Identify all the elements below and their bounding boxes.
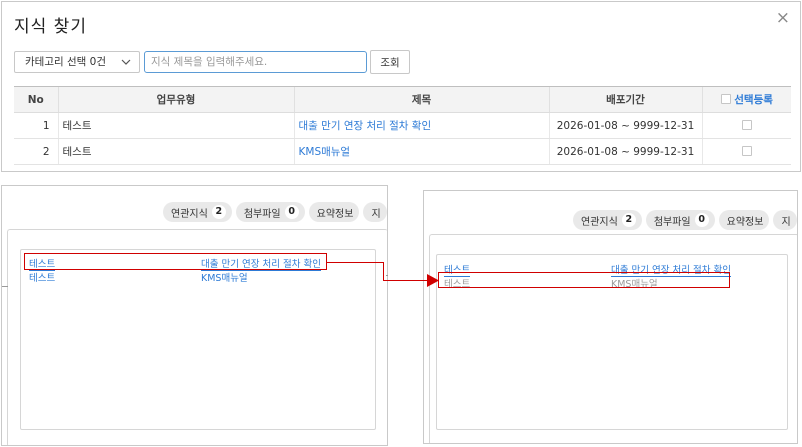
arrow-right-icon [427,274,439,287]
row-title-text[interactable]: 대출 만기 연장 처리 절차 확인 [299,120,432,132]
category-select-value: 카테고리 선택 0건 [25,56,106,68]
table-row: 1 테스트 대출 만기 연장 처리 절차 확인 2026-01-08 ~ 999… [14,112,791,139]
tab-related-knowledge[interactable]: 연관지식 2 [573,210,642,230]
tab-related-knowledge[interactable]: 연관지식 2 [163,202,232,222]
header-title: 제목 [293,86,549,113]
tab-truncated[interactable]: 지 [363,202,387,222]
chevron-down-icon [121,52,131,80]
row-type: 테스트 [57,138,294,165]
arrow-line-bottom [383,280,429,281]
divider [2,286,8,287]
tab-label: 요약정보 [316,208,354,220]
tab-attachments[interactable]: 첨부파일 0 [235,202,305,222]
row-period: 2026-01-08 ~ 9999-12-31 [548,138,702,165]
row-no: 1 [14,112,58,139]
dialog-title: 지식 찾기 [14,17,87,37]
related-item-type: 테스트 [29,273,56,284]
tab-summary[interactable]: 요약정보 [308,202,360,222]
row-no: 2 [14,138,58,165]
tab-label: 연관지식 [171,208,208,220]
related-panel-before: 연관지식 2 첨부파일 0 요약정보 지 테스트 대출 만기 연장 처리 절차 … [1,185,388,446]
row-title-text[interactable]: KMS매뉴얼 [299,146,351,158]
tab-label: 첨부파일 [653,216,691,228]
row-checkbox[interactable] [741,119,752,130]
result-table: No 업무유형 제목 배포기간 선택등록 1 테스트 대출 만기 연장 처리 절… [14,86,791,165]
table-row: 2 테스트 KMS매뉴얼 2026-01-08 ~ 9999-12-31 [14,138,791,165]
divider [386,275,388,276]
panel-tabs: 연관지식 2 첨부파일 0 요약정보 지 [573,210,797,230]
tab-count-badge: 2 [211,205,226,219]
table-header-row: No 업무유형 제목 배포기간 선택등록 [14,86,791,113]
header-select-register: 선택등록 [701,86,791,113]
tab-label: 첨부파일 [243,208,281,220]
tab-attachments[interactable]: 첨부파일 0 [645,210,715,230]
panel-tabs: 연관지식 2 첨부파일 0 요약정보 지 [163,202,387,222]
row-type: 테스트 [57,112,294,139]
tab-label: 요약정보 [726,216,764,228]
knowledge-search-dialog: 지식 찾기 × 카테고리 선택 0건 조회 No 업무유형 제목 배포기간 선택… [1,1,801,172]
header-no: No [14,86,58,113]
close-icon[interactable]: × [776,10,790,27]
arrow-line-vertical [383,262,384,280]
list-item[interactable]: 테스트 KMS매뉴얼 [29,270,359,284]
row-checkbox-cell [701,138,791,165]
row-title-link[interactable]: KMS매뉴얼 [293,138,549,165]
search-input[interactable] [144,51,367,73]
select-register-label[interactable]: 선택등록 [734,94,773,106]
tab-summary[interactable]: 요약정보 [718,210,770,230]
related-panel-after: 연관지식 2 첨부파일 0 요약정보 지 테스트 대출 만기 연장 처리 절차 … [423,190,798,444]
row-checkbox-cell [701,112,791,139]
tab-label: 지 [371,208,381,220]
row-checkbox[interactable] [741,145,752,156]
select-all-checkbox[interactable] [720,94,731,104]
arrow-line-horizontal [327,262,384,263]
tab-count-badge: 0 [694,213,709,227]
row-period: 2026-01-08 ~ 9999-12-31 [548,112,702,139]
row-title-link[interactable]: 대출 만기 연장 처리 절차 확인 [293,112,549,139]
tab-truncated[interactable]: 지 [773,210,797,230]
tab-count-badge: 2 [621,213,636,227]
highlight-box-after [438,272,730,288]
tab-label: 연관지식 [581,216,618,228]
header-period: 배포기간 [548,86,702,113]
header-type: 업무유형 [57,86,294,113]
related-item-title[interactable]: KMS매뉴얼 [201,270,248,284]
tab-count-badge: 0 [284,205,299,219]
search-button[interactable]: 조회 [370,50,410,74]
category-select[interactable]: 카테고리 선택 0건 [14,51,140,73]
tab-label: 지 [781,216,791,228]
highlight-box-before [24,253,327,270]
